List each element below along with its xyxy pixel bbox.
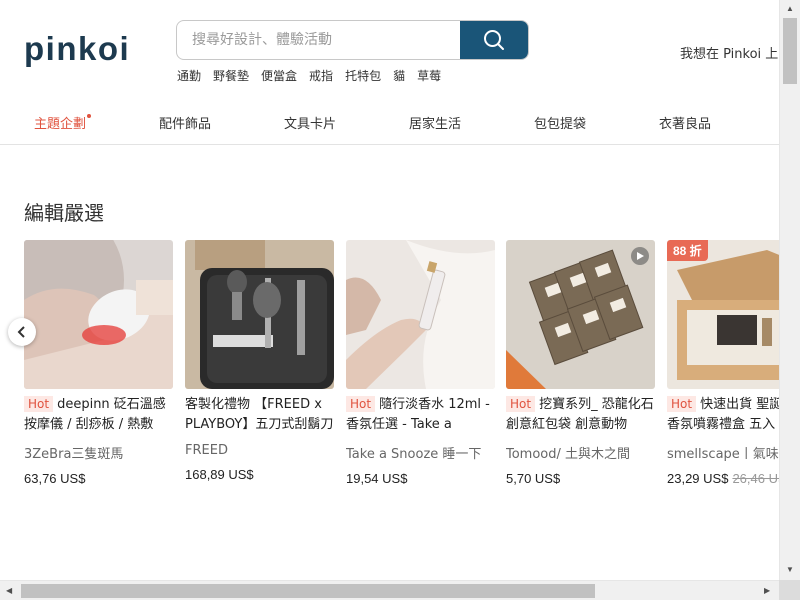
product-card[interactable]: 88 折 Hot快速出貨 聖誕禮盒-香氛噴霧禮盒 五入 smellscape丨氣…	[667, 240, 779, 486]
shop-name[interactable]: Take a Snooze 睡一下	[346, 443, 495, 462]
product-title[interactable]: Hot deepinn 砭石溫感按摩儀 / 刮痧板 / 熱敷	[24, 395, 173, 435]
scroll-left-icon[interactable]: ◀	[6, 586, 12, 595]
shop-name[interactable]: Tomood/ 土與木之間	[506, 443, 655, 462]
product-title[interactable]: Hot隨行淡香水 12ml - 香氛任選 - Take a Snooze	[346, 395, 495, 435]
section-title: 編輯嚴選	[24, 201, 104, 225]
original-price: 26,46 US$	[732, 471, 779, 486]
nav-item-clothing[interactable]: 衣著良品	[659, 113, 711, 132]
product-price: 63,76 US$	[24, 471, 86, 486]
notification-dot	[87, 114, 92, 118]
nav-item-stationery[interactable]: 文具卡片	[284, 113, 336, 132]
hot-badge: Hot	[667, 396, 697, 412]
chevron-left-icon	[17, 326, 25, 338]
nav-item-accessories[interactable]: 配件飾品	[159, 113, 211, 132]
pinkoi-logo[interactable]: pinkoi	[24, 30, 142, 75]
product-card[interactable]: Hot deepinn 砭石溫感按摩儀 / 刮痧板 / 熱敷 3ZeBra三隻斑馬…	[24, 240, 173, 486]
scrollbar-corner	[779, 580, 800, 600]
current-price: 23,29 US$	[667, 471, 729, 486]
sell-on-pinkoi-link[interactable]: 我想在 Pinkoi 上	[680, 43, 778, 62]
shop-name[interactable]: FREED	[185, 443, 334, 458]
hot-badge: Hot	[506, 396, 536, 412]
product-title[interactable]: Hot快速出貨 聖誕禮盒-香氛噴霧禮盒 五入	[667, 395, 779, 435]
product-card[interactable]: Hot 挖寶系列_ 恐龍化石創意紅包袋 創意動物 Tomood/ 土與木之間 5,…	[506, 240, 655, 486]
pinkoi-logo-icon: pinkoi	[24, 30, 130, 67]
shop-name[interactable]: 3ZeBra三隻斑馬	[24, 443, 173, 462]
nav-item-home[interactable]: 居家生活	[409, 113, 461, 132]
product-card[interactable]: 客製化禮物 【FREED x PLAYBOY】五刀式刮鬍刀 FREED 168,…	[185, 240, 334, 482]
product-image[interactable]	[185, 240, 334, 389]
nav-item-bags[interactable]: 包包提袋	[534, 113, 586, 132]
keyword-link[interactable]: 便當盒	[261, 67, 297, 84]
hot-badge: Hot	[24, 396, 54, 412]
keyword-link[interactable]: 戒指	[309, 67, 333, 84]
product-title-text: 客製化禮物 【FREED x PLAYBOY】五刀式刮鬍刀	[185, 397, 334, 432]
vertical-scrollbar[interactable]: ▲ ▼	[779, 0, 800, 600]
product-title[interactable]: Hot 挖寶系列_ 恐龍化石創意紅包袋 創意動物	[506, 395, 655, 435]
product-price: 5,70 US$	[506, 471, 561, 486]
search-button[interactable]	[460, 21, 528, 59]
keyword-link[interactable]: 草莓	[417, 67, 441, 84]
pinkoi-logo-text: pinkoi	[24, 34, 130, 67]
scroll-right-icon[interactable]: ▶	[764, 586, 770, 595]
shop-name[interactable]: smellscape丨氣味	[667, 443, 779, 462]
product-image[interactable]	[24, 240, 173, 389]
category-nav: 主題企劃 配件飾品 文具卡片 居家生活 包包提袋 衣著良品	[0, 100, 779, 145]
search-bar	[176, 20, 529, 60]
search-input[interactable]	[177, 21, 462, 59]
horizontal-scrollbar[interactable]: ◀ ▶	[0, 580, 779, 600]
hot-keywords: 通勤 野餐墊 便當盒 戒指 托特包 貓 草莓	[177, 67, 453, 84]
product-card[interactable]: Hot隨行淡香水 12ml - 香氛任選 - Take a Snooze Tak…	[346, 240, 495, 486]
product-image[interactable]: 88 折	[667, 240, 779, 389]
scroll-down-icon[interactable]: ▼	[786, 565, 794, 574]
horizontal-scroll-thumb[interactable]	[21, 584, 595, 598]
keyword-link[interactable]: 通勤	[177, 67, 201, 84]
video-play-icon[interactable]	[631, 247, 649, 265]
product-image[interactable]	[346, 240, 495, 389]
product-title[interactable]: 客製化禮物 【FREED x PLAYBOY】五刀式刮鬍刀	[185, 395, 334, 435]
keyword-link[interactable]: 托特包	[345, 67, 381, 84]
product-price: 168,89 US$	[185, 467, 254, 482]
scroll-up-icon[interactable]: ▲	[786, 4, 794, 13]
product-image[interactable]	[506, 240, 655, 389]
keyword-link[interactable]: 野餐墊	[213, 67, 249, 84]
hot-badge: Hot	[346, 396, 376, 412]
carousel-prev-button[interactable]	[8, 318, 36, 346]
nav-item-label: 主題企劃	[34, 117, 87, 132]
nav-item-featured[interactable]: 主題企劃	[34, 113, 92, 132]
search-icon	[484, 30, 504, 50]
product-price: 19,54 US$	[346, 471, 408, 486]
product-price: 23,29 US$26,46 US$	[667, 471, 779, 486]
vertical-scroll-thumb[interactable]	[783, 18, 797, 84]
keyword-link[interactable]: 貓	[393, 67, 405, 84]
discount-badge: 88 折	[667, 240, 708, 261]
